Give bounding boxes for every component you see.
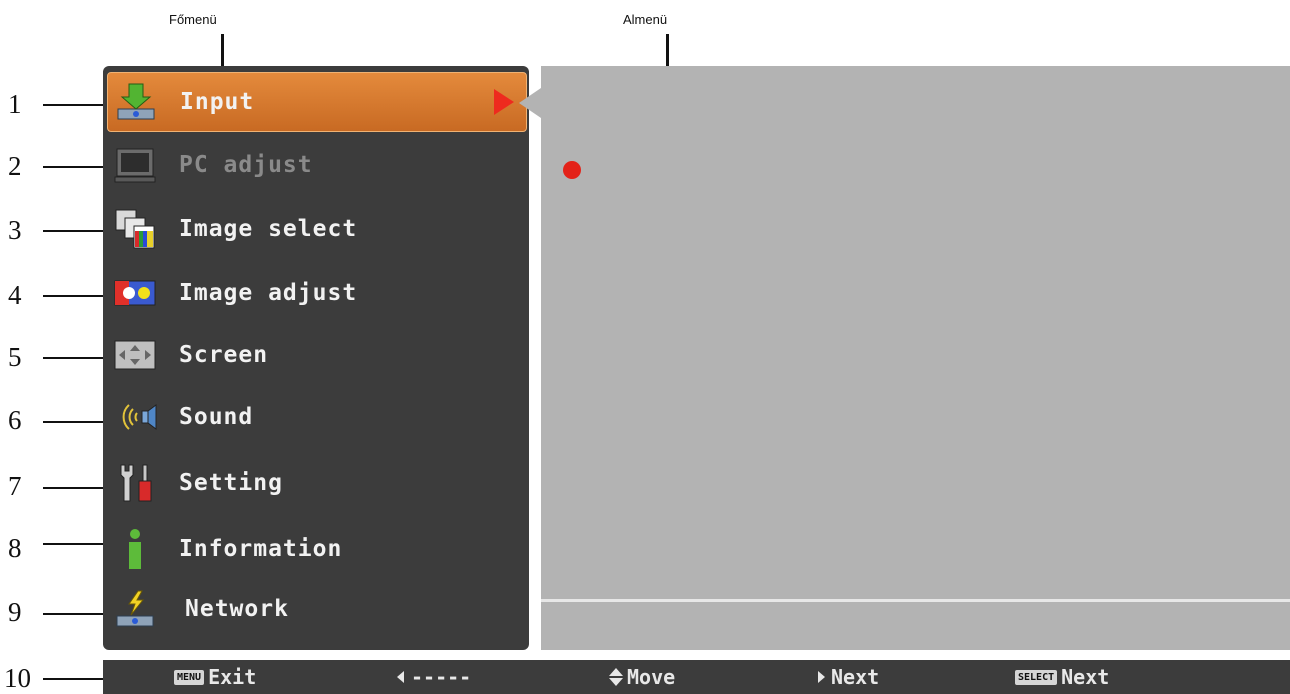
menu-item-label: Sound bbox=[179, 404, 254, 430]
main-menu-panel: Input PC adjust Image select Image adjus… bbox=[103, 66, 529, 650]
red-dot-icon bbox=[563, 161, 581, 179]
menu-item-pc-adjust[interactable]: PC adjust bbox=[107, 136, 525, 194]
callout-number: 6 bbox=[8, 405, 22, 435]
submenu-pointer bbox=[519, 88, 541, 118]
move-label: Move bbox=[627, 665, 676, 689]
callout-number: 7 bbox=[8, 471, 22, 501]
callout-number: 10 bbox=[4, 663, 31, 693]
sub-menu-callout: Almenü bbox=[623, 12, 668, 27]
select-next-label: Next bbox=[1061, 665, 1110, 689]
pc-adjust-icon bbox=[113, 143, 157, 187]
setting-icon bbox=[113, 461, 157, 505]
menu-item-label: Setting bbox=[179, 470, 283, 496]
select-key-icon: SELECT bbox=[1015, 669, 1058, 685]
next-hint: Next bbox=[817, 665, 879, 689]
menu-item-label: Input bbox=[180, 89, 255, 115]
input-icon bbox=[114, 80, 158, 124]
submenu-arrow-icon bbox=[494, 89, 514, 115]
menu-item-label: Image select bbox=[179, 216, 358, 242]
guide-bar: MENU Exit ----- Move Next SELECT Next bbox=[103, 660, 1290, 694]
back-hint: ----- bbox=[395, 665, 471, 689]
select-next-hint: SELECT Next bbox=[1015, 665, 1109, 689]
menu-item-network[interactable]: Network bbox=[107, 580, 525, 638]
menu-item-label: Network bbox=[185, 596, 289, 622]
right-arrow-icon bbox=[818, 671, 825, 683]
callout-number: 2 bbox=[8, 151, 22, 181]
sound-icon bbox=[113, 395, 157, 439]
menu-item-input[interactable]: Input bbox=[107, 72, 527, 132]
up-down-arrow-icon bbox=[609, 668, 623, 686]
menu-item-image-select[interactable]: Image select bbox=[107, 200, 525, 258]
callout-number: 9 bbox=[8, 597, 22, 627]
menu-item-sound[interactable]: Sound bbox=[107, 388, 525, 446]
move-hint: Move bbox=[608, 665, 675, 689]
submenu-panel bbox=[541, 66, 1290, 650]
back-label: ----- bbox=[411, 665, 472, 689]
menu-item-label: Screen bbox=[179, 342, 269, 368]
callout-number: 3 bbox=[8, 215, 22, 245]
menu-item-setting[interactable]: Setting bbox=[107, 454, 525, 512]
menu-key-icon: MENU bbox=[174, 669, 205, 685]
main-menu-callout: Főmenü bbox=[169, 12, 217, 27]
menu-item-label: PC adjust bbox=[179, 152, 313, 178]
callout-number: 1 bbox=[8, 89, 22, 119]
next-label: Next bbox=[831, 665, 880, 689]
menu-item-label: Information bbox=[179, 536, 343, 562]
menu-item-screen[interactable]: Screen bbox=[107, 326, 525, 384]
callout-number: 4 bbox=[8, 280, 22, 310]
submenu-divider bbox=[541, 599, 1290, 602]
callout-number: 5 bbox=[8, 342, 22, 372]
information-icon bbox=[113, 527, 157, 571]
menu-item-label: Image adjust bbox=[179, 280, 358, 306]
callout-number: 8 bbox=[8, 533, 22, 563]
screen-icon bbox=[113, 333, 157, 377]
network-icon bbox=[113, 587, 157, 631]
image-adjust-icon bbox=[113, 271, 157, 315]
left-arrow-icon bbox=[397, 671, 404, 683]
exit-hint: MENU Exit bbox=[174, 665, 256, 689]
image-select-icon bbox=[113, 207, 157, 251]
menu-item-image-adjust[interactable]: Image adjust bbox=[107, 264, 525, 322]
menu-item-information[interactable]: Information bbox=[107, 520, 525, 578]
exit-label: Exit bbox=[208, 665, 257, 689]
